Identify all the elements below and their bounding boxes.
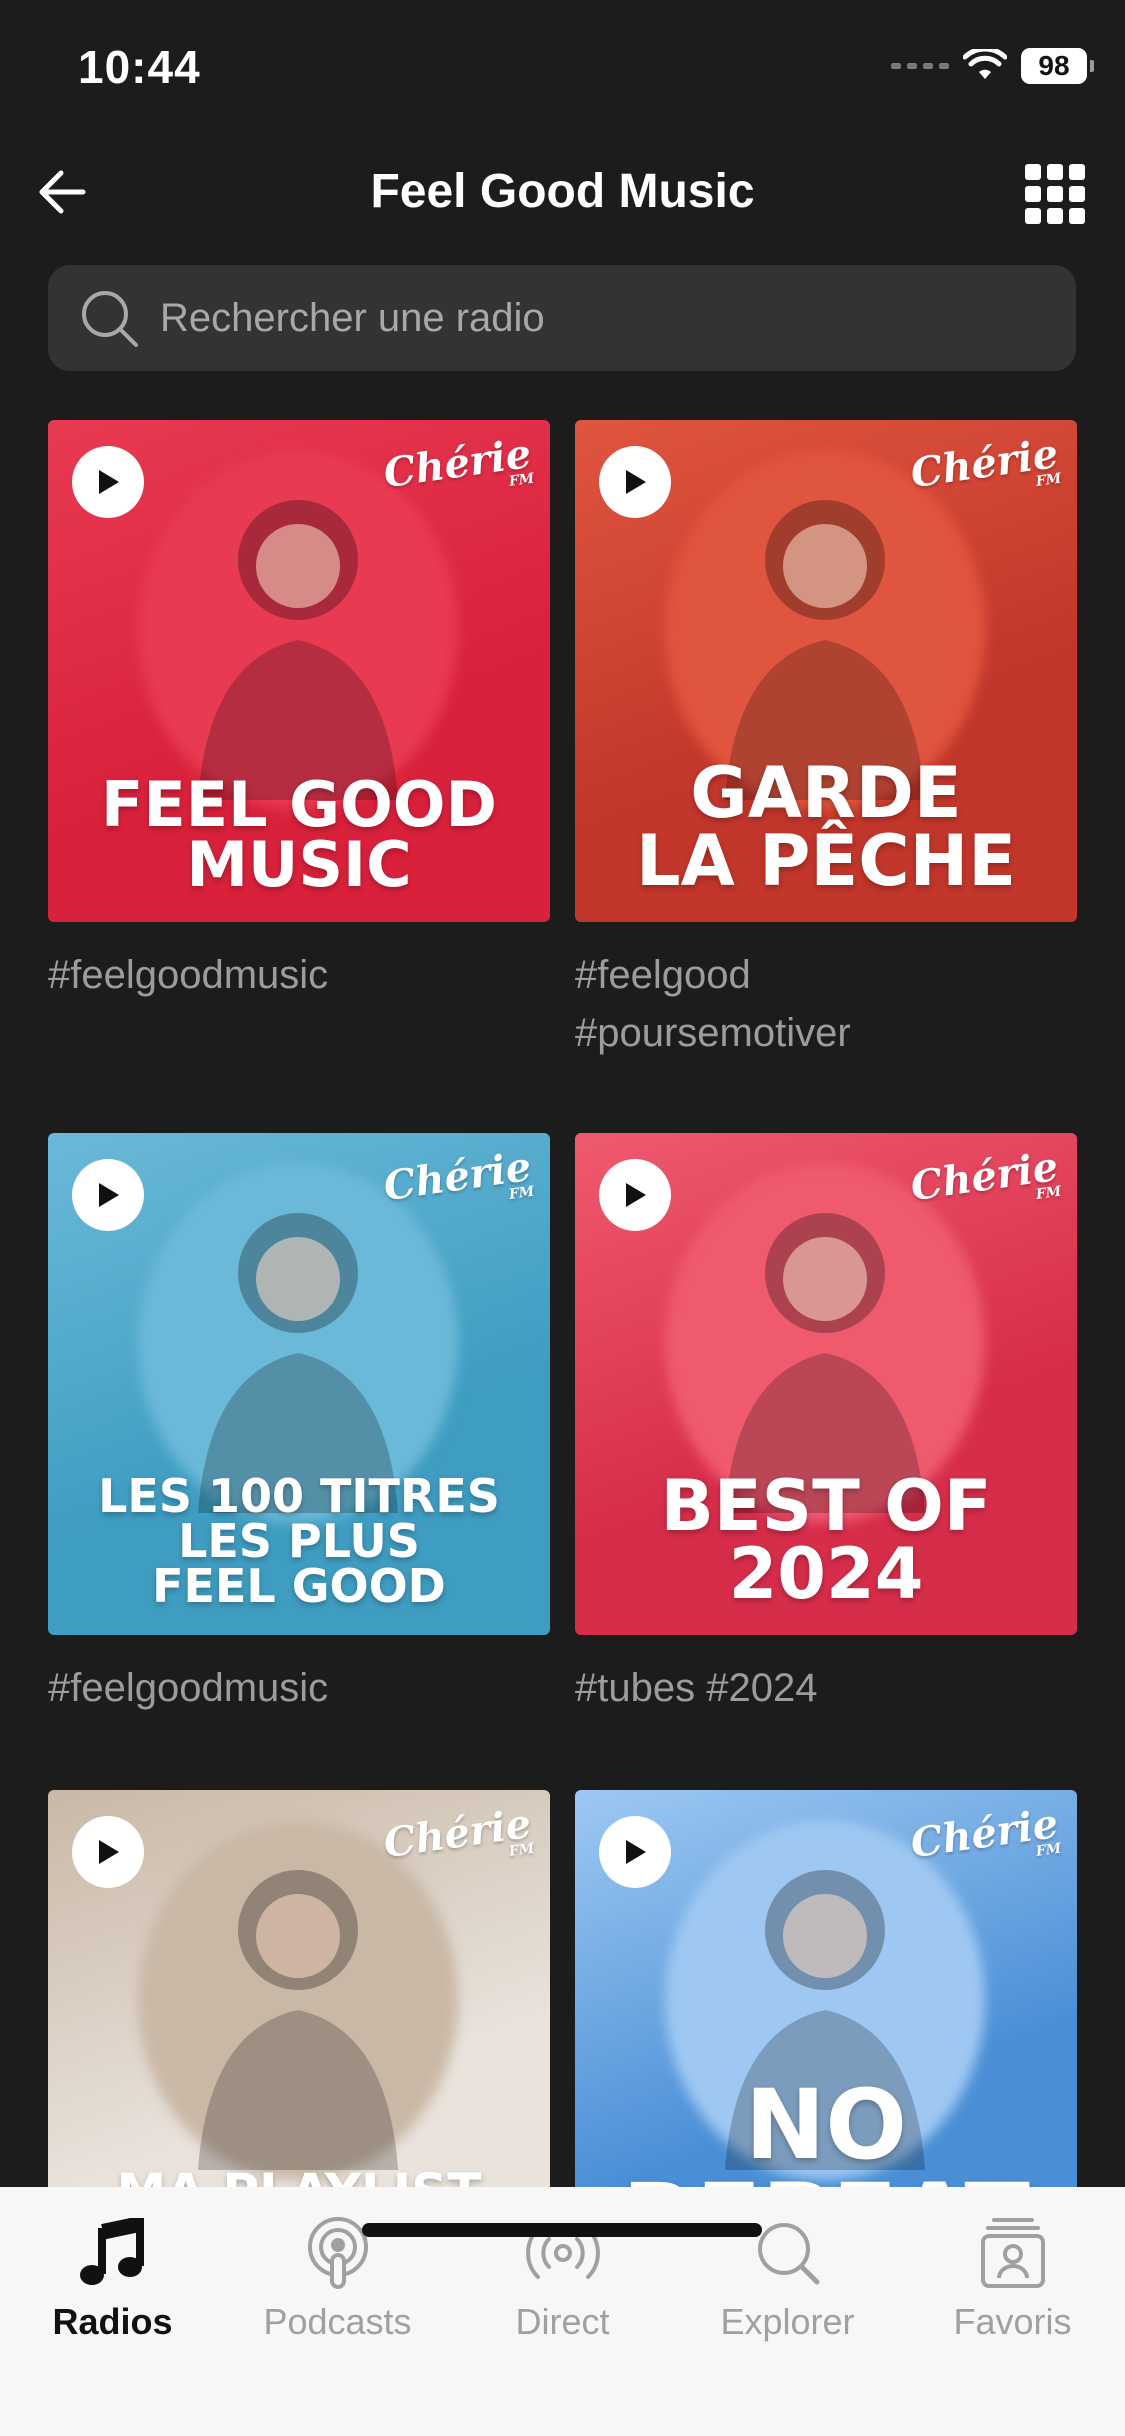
playlist-card[interactable]: Chérie FM LES 100 TITRES LES PLUS FEEL GO… bbox=[48, 1133, 550, 1717]
tab-label: Explorer bbox=[720, 2301, 855, 2342]
playlist-tags: #feelgood #poursemotiver bbox=[575, 953, 851, 1055]
home-indicator bbox=[362, 2223, 762, 2237]
nav-header: Feel Good Music bbox=[0, 150, 1125, 232]
battery-indicator: 98 bbox=[1021, 48, 1094, 84]
tab-label: Direct bbox=[515, 2301, 610, 2342]
play-button[interactable] bbox=[72, 446, 144, 518]
play-button[interactable] bbox=[599, 446, 671, 518]
tab-favoris[interactable]: Favoris bbox=[900, 2209, 1125, 2343]
play-button[interactable] bbox=[599, 1159, 671, 1231]
playlist-card[interactable]: Chérie FM BEST OF 2024 #tubes #2024 bbox=[575, 1133, 1077, 1717]
tab-label: Favoris bbox=[953, 2301, 1072, 2342]
playlist-tags: #feelgoodmusic bbox=[48, 1666, 329, 1710]
play-icon bbox=[99, 1840, 119, 1864]
brand-logo: Chérie FM bbox=[907, 1142, 1063, 1211]
cellular-signal-icon bbox=[891, 63, 949, 69]
tab-bar: Radios Podcasts Direct Explorer Favoris bbox=[0, 2187, 1125, 2436]
artwork-title: FEEL GOOD MUSIC bbox=[101, 767, 497, 902]
brand-logo: Chérie FM bbox=[907, 1799, 1063, 1868]
favorites-icon bbox=[900, 2209, 1125, 2297]
artwork-person bbox=[198, 500, 398, 800]
playlist-artwork[interactable]: Chérie FM GARDE LA PÊCHE bbox=[575, 420, 1077, 922]
artwork-person bbox=[725, 1213, 925, 1513]
search-icon bbox=[78, 287, 140, 349]
playlist-tags: #feelgoodmusic bbox=[48, 953, 329, 997]
artwork-title: LES 100 TITRES LES PLUS FEEL GOOD bbox=[98, 1468, 500, 1613]
play-icon bbox=[99, 470, 119, 494]
play-icon bbox=[99, 1183, 119, 1207]
status-bar: 10:44 98 bbox=[0, 0, 1125, 140]
playlist-card[interactable]: Chérie FM FEEL GOOD MUSIC #feelgoodmusic bbox=[48, 420, 550, 1004]
playlist-tags: #tubes #2024 bbox=[575, 1666, 818, 1710]
tab-label: Podcasts bbox=[263, 2301, 412, 2342]
music-note-icon bbox=[0, 2209, 225, 2297]
artwork-title: GARDE LA PÊCHE bbox=[635, 751, 1017, 903]
brand-logo: Chérie FM bbox=[907, 429, 1063, 498]
artwork-title: BEST OF 2024 bbox=[660, 1464, 992, 1616]
tab-label: Radios bbox=[52, 2301, 173, 2342]
play-button[interactable] bbox=[72, 1816, 144, 1888]
playlist-artwork[interactable]: Chérie FM BEST OF 2024 bbox=[575, 1133, 1077, 1635]
brand-logo: Chérie FM bbox=[380, 1799, 536, 1868]
status-indicators: 98 bbox=[891, 48, 1094, 84]
page-title: Feel Good Music bbox=[370, 165, 755, 218]
grid-view-button[interactable] bbox=[1025, 164, 1085, 224]
brand-logo: Chérie FM bbox=[380, 1142, 536, 1211]
search-placeholder: Rechercher une radio bbox=[160, 295, 545, 340]
play-icon bbox=[626, 1840, 646, 1864]
status-time: 10:44 bbox=[78, 41, 201, 93]
tab-radios[interactable]: Radios bbox=[0, 2209, 225, 2343]
play-button[interactable] bbox=[72, 1159, 144, 1231]
play-button[interactable] bbox=[599, 1816, 671, 1888]
artwork-person bbox=[725, 500, 925, 800]
search-input[interactable]: Rechercher une radio bbox=[48, 265, 1076, 371]
playlist-artwork[interactable]: Chérie FM FEEL GOOD MUSIC bbox=[48, 420, 550, 922]
artwork-person bbox=[198, 1870, 398, 2170]
play-icon bbox=[626, 1183, 646, 1207]
brand-logo: Chérie FM bbox=[380, 429, 536, 498]
play-icon bbox=[626, 470, 646, 494]
grid-icon bbox=[1025, 164, 1041, 180]
artwork-person bbox=[198, 1213, 398, 1513]
playlist-artwork[interactable]: Chérie FM LES 100 TITRES LES PLUS FEEL GO… bbox=[48, 1133, 550, 1635]
playlist-card[interactable]: Chérie FM GARDE LA PÊCHE #feelgood #pours… bbox=[575, 420, 1077, 1062]
wifi-icon bbox=[963, 49, 1007, 79]
